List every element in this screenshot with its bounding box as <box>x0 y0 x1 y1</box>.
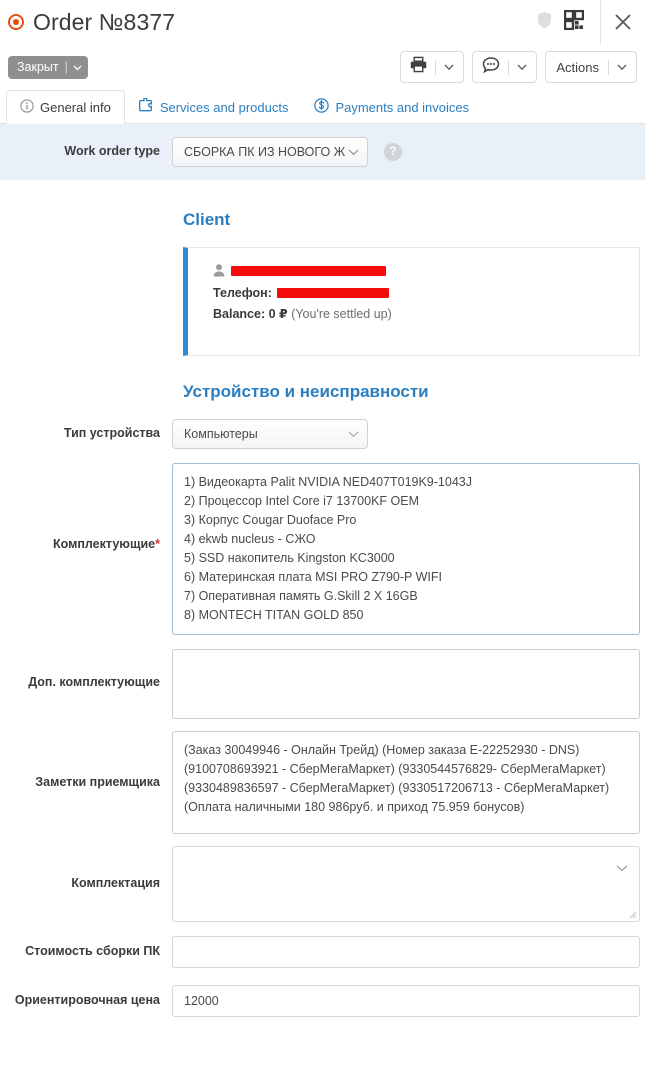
status-badge-label: Закрыт <box>17 60 59 74</box>
client-phone-row: Телефон: <box>213 286 639 300</box>
shield-icon[interactable] <box>537 11 552 34</box>
estimated-price-control: 12000 <box>172 985 645 1017</box>
components-textarea[interactable]: 1) Видеокарта Palit NVIDIA NED407T019K9-… <box>172 463 640 635</box>
components-label: Комплектующие* <box>0 463 172 553</box>
chevron-down-icon[interactable] <box>444 58 454 76</box>
client-phone-redacted <box>276 288 389 298</box>
device-type-row: Тип устройства Компьютеры <box>0 419 645 449</box>
client-balance-value: 0 ₽ <box>268 307 288 321</box>
receiver-notes-control: (Заказ 30049946 - Онлайн Трейд) (Номер з… <box>172 731 645 834</box>
device-type-label: Тип устройства <box>63 426 160 441</box>
printer-icon <box>410 56 427 78</box>
resize-handle-icon <box>629 911 637 919</box>
required-marker: * <box>155 537 160 551</box>
toolbar-actions: Actions <box>400 44 637 90</box>
comment-button[interactable] <box>472 51 538 83</box>
status-badge[interactable]: Закрыт | <box>8 55 88 79</box>
client-card[interactable]: Телефон: Balance: 0 ₽ (You're settled up… <box>183 247 640 356</box>
extra-components-label: Доп. комплектующие <box>28 675 160 689</box>
components-row: Комплектующие* 1) Видеокарта Palit NVIDI… <box>0 463 645 635</box>
extra-components-control <box>172 649 645 719</box>
chevron-down-icon <box>348 427 359 441</box>
client-balance-label: Balance: <box>213 306 266 321</box>
configuration-control <box>172 846 645 922</box>
tab-label: General info <box>40 99 111 115</box>
puzzle-piece-icon <box>138 97 154 116</box>
work-order-type-select[interactable]: СБОРКА ПК ИЗ НОВОГО Ж <box>172 137 368 167</box>
client-section-title: Client <box>183 210 231 229</box>
device-section-title: Устройство и неисправности <box>183 382 429 401</box>
assembly-cost-control <box>172 936 645 968</box>
tab-payments-and-invoices[interactable]: Payments and invoices <box>301 90 482 124</box>
receiver-notes-row: Заметки приемщика (Заказ 30049946 - Онла… <box>0 731 645 834</box>
dollar-circle-icon <box>314 98 330 116</box>
chevron-down-icon[interactable] <box>517 58 527 76</box>
client-name-row <box>213 264 639 280</box>
receiver-notes-textarea[interactable]: (Заказ 30049946 - Онлайн Трейд) (Номер з… <box>172 731 640 834</box>
configuration-select[interactable] <box>172 846 640 922</box>
estimated-price-label: Ориентировочная цена <box>14 993 160 1008</box>
device-type-select[interactable]: Компьютеры <box>172 419 368 449</box>
client-name-redacted <box>231 266 386 276</box>
components-label-text: Комплектующие <box>53 537 156 551</box>
actions-button[interactable]: Actions <box>545 51 637 83</box>
button-divider <box>508 59 510 75</box>
toolbar: Закрыт | Actions <box>0 44 645 90</box>
comment-bubble-icon <box>482 56 500 79</box>
tab-general-info[interactable]: General info <box>6 90 125 124</box>
order-status-dot-icon <box>8 14 24 30</box>
page-title: Order №8377 <box>33 8 176 35</box>
help-icon[interactable]: ? <box>384 143 402 161</box>
chevron-down-icon <box>73 60 82 74</box>
info-circle-icon <box>20 98 34 116</box>
close-button[interactable] <box>601 0 645 44</box>
person-icon <box>213 264 225 280</box>
extra-components-row: Доп. комплектующие <box>0 649 645 719</box>
tab-label: Services and products <box>159 99 289 115</box>
device-type-value: Компьютеры <box>184 427 258 441</box>
tab-label: Payments and invoices <box>335 99 470 115</box>
actions-button-label: Actions <box>556 59 599 75</box>
assembly-cost-label: Стоимость сборки ПК <box>25 944 160 959</box>
print-button[interactable] <box>400 51 465 83</box>
title-bar: Order №8377 <box>0 0 645 44</box>
client-balance-row: Balance: 0 ₽ (You're settled up) <box>213 306 639 322</box>
assembly-cost-row: Стоимость сборки ПК <box>0 936 645 968</box>
configuration-label: Комплектация <box>71 876 160 890</box>
status-badge-separator: | <box>64 60 68 74</box>
button-divider <box>435 59 437 75</box>
chevron-down-icon <box>616 859 628 877</box>
tab-services-and-products[interactable]: Services and products <box>125 90 302 124</box>
qr-code-icon[interactable] <box>563 9 585 35</box>
assembly-cost-input[interactable] <box>172 936 640 968</box>
order-detail-page: Order №8377 Закрыт | Actions General inf… <box>0 0 645 1076</box>
work-order-type-label: Work order type <box>64 144 160 159</box>
components-control: 1) Видеокарта Palit NVIDIA NED407T019K9-… <box>172 463 645 635</box>
client-phone-label: Телефон: <box>213 286 272 300</box>
title-bar-actions <box>537 0 645 44</box>
extra-components-textarea[interactable] <box>172 649 640 719</box>
client-balance-note: (You're settled up) <box>291 306 392 321</box>
chevron-down-icon <box>348 145 359 159</box>
work-order-type-row: Work order type СБОРКА ПК ИЗ НОВОГО Ж ? <box>0 124 645 180</box>
estimated-price-input[interactable]: 12000 <box>172 985 640 1017</box>
estimated-price-row: Ориентировочная цена 12000 <box>0 985 645 1017</box>
work-order-type-value: СБОРКА ПК ИЗ НОВОГО Ж <box>184 145 346 159</box>
chevron-down-icon[interactable] <box>617 58 627 76</box>
receiver-notes-label: Заметки приемщика <box>35 775 160 789</box>
button-divider <box>608 59 609 75</box>
tab-bar: General info Services and products Payme… <box>0 90 645 124</box>
configuration-row: Комплектация <box>0 846 645 922</box>
